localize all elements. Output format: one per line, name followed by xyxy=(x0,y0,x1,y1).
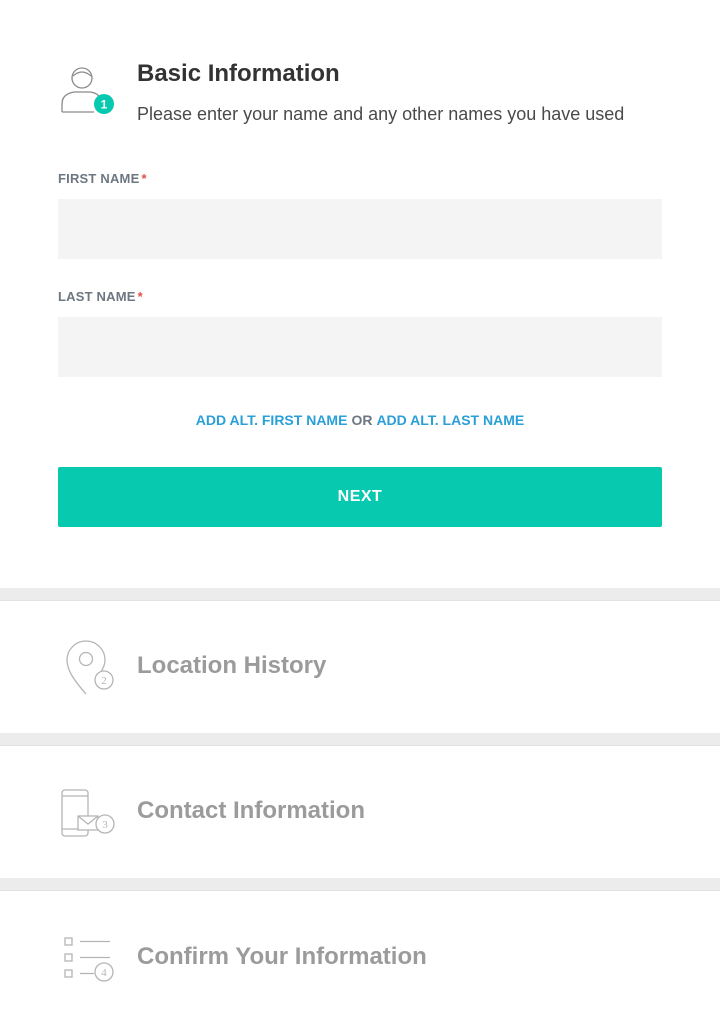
last-name-label: LAST NAME * xyxy=(58,289,143,304)
step-card-confirm-your-information[interactable]: 4 Confirm Your Information xyxy=(0,890,720,1024)
wizard-page: 1 Basic Information Please enter your na… xyxy=(0,0,720,1024)
add-alt-first-name-link[interactable]: ADD ALT. FIRST NAME xyxy=(196,412,348,428)
step-title: Confirm Your Information xyxy=(137,943,427,970)
required-marker: * xyxy=(137,289,143,304)
step-card-contact-information[interactable]: 3 Contact Information xyxy=(0,745,720,878)
step-card-basic-information: 1 Basic Information Please enter your na… xyxy=(0,0,720,588)
step-card-location-history[interactable]: 2 Location History xyxy=(0,600,720,733)
step-subtitle: Please enter your name and any other nam… xyxy=(137,104,625,124)
step-title: Basic Information xyxy=(137,60,340,87)
add-alt-last-name-link[interactable]: ADD ALT. LAST NAME xyxy=(376,412,524,428)
last-name-label-text: LAST NAME xyxy=(58,289,136,304)
next-button[interactable]: NEXT xyxy=(58,467,662,527)
step-number-badge: 2 xyxy=(101,675,107,687)
location-pin-icon: 2 xyxy=(58,638,118,698)
first-name-label: FIRST NAME * xyxy=(58,171,147,186)
person-icon: 1 xyxy=(58,62,118,122)
checklist-icon: 4 xyxy=(58,933,118,993)
first-name-label-text: FIRST NAME xyxy=(58,171,140,186)
alt-links-or: OR xyxy=(351,412,373,428)
step-number-badge: 3 xyxy=(102,819,108,831)
required-marker: * xyxy=(141,171,147,186)
alt-name-links: ADD ALT. FIRST NAME OR ADD ALT. LAST NAME xyxy=(58,412,662,428)
step-number-badge: 4 xyxy=(101,967,107,979)
last-name-input[interactable] xyxy=(58,317,662,377)
step-title: Contact Information xyxy=(137,797,365,824)
step-number-badge: 1 xyxy=(101,98,108,112)
first-name-input[interactable] xyxy=(58,199,662,259)
step-title: Location History xyxy=(137,652,327,679)
phone-mail-icon: 3 xyxy=(58,786,118,846)
